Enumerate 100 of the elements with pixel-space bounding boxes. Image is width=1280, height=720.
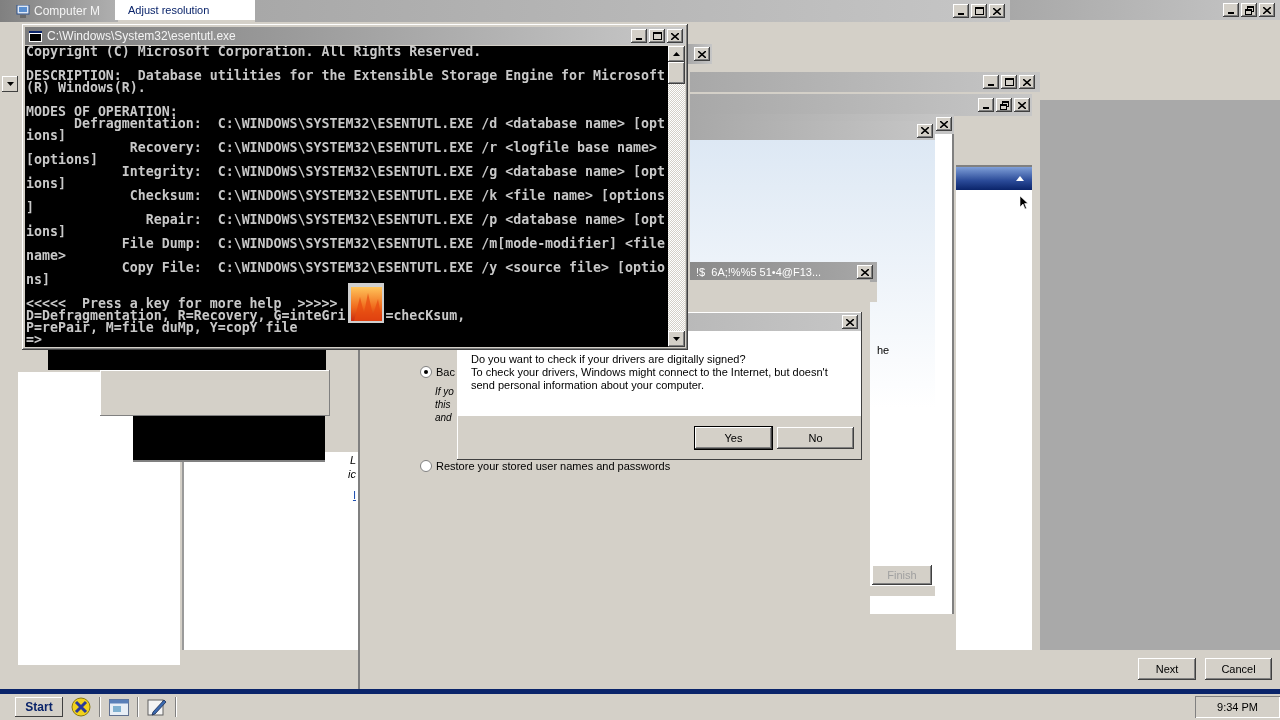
- minimize-icon: [1228, 12, 1234, 14]
- close-icon: [940, 120, 948, 128]
- scroll-down-button[interactable]: [668, 331, 685, 347]
- wizard-button[interactable]: Cancel: [1205, 658, 1272, 680]
- restore-button[interactable]: [996, 98, 1012, 112]
- close-button[interactable]: [694, 47, 710, 61]
- scrollbar[interactable]: [668, 46, 685, 347]
- text-fragment: L: [349, 453, 356, 467]
- link[interactable]: I: [352, 489, 356, 501]
- minimize-button[interactable]: [1223, 3, 1239, 17]
- maximize-button[interactable]: [1001, 75, 1017, 89]
- minimize-icon: [958, 13, 964, 15]
- cursor-icon: [1020, 196, 1028, 209]
- maximize-icon: [1004, 78, 1014, 86]
- option-description: this: [435, 398, 451, 411]
- window-title: C:\Windows\System32\esentutl.exe: [47, 29, 236, 43]
- computer-icon: [16, 4, 30, 18]
- console-line: [options]: [26, 154, 98, 166]
- maximize-icon: [652, 32, 662, 40]
- mode-label: Copy File:: [121, 260, 202, 275]
- close-button[interactable]: [1259, 3, 1275, 17]
- restore-icon: [999, 100, 1009, 110]
- dropdown-button[interactable]: [2, 76, 18, 92]
- dialog-button[interactable]: No: [777, 427, 854, 449]
- mode-label: Checksum:: [129, 188, 202, 203]
- radio-button[interactable]: [420, 366, 432, 378]
- close-button[interactable]: [989, 4, 1005, 18]
- mode-label: File Dump:: [121, 236, 202, 251]
- console-line: ions]: [26, 226, 66, 238]
- mode-label: Defragmentation:: [73, 116, 202, 131]
- option-label[interactable]: Restore your stored user names and passwords: [436, 460, 671, 472]
- console-command: C:\WINDOWS\SYSTEM32\ESENTUTL.EXE /r <logfile base name>: [217, 142, 657, 154]
- minimize-button[interactable]: [953, 4, 969, 18]
- console-prompt: =>: [26, 334, 42, 346]
- console-command: C:\WINDOWS\SYSTEM32\ESENTUTL.EXE /g <database name> [opt: [217, 166, 665, 178]
- dialog-button[interactable]: Yes: [695, 427, 772, 449]
- console-line: ions]: [26, 178, 66, 190]
- dialog-message: To check your drivers, Windows might connect to the Internet, but doesn't send personal information about your computer.: [471, 366, 829, 392]
- minimize-button[interactable]: [983, 75, 999, 89]
- console-line: MODES OF OPERATION:: [26, 106, 178, 118]
- picture-icon[interactable]: [348, 283, 384, 323]
- dropdown-arrow-icon: [6, 82, 14, 86]
- maximize-button[interactable]: [971, 4, 987, 18]
- start-button[interactable]: Start: [15, 697, 63, 717]
- close-button[interactable]: [857, 265, 873, 279]
- tab[interactable]: Adjust resolution: [115, 0, 255, 20]
- console-line: (R) Windows(R).: [26, 82, 146, 94]
- option-description: If yo: [435, 385, 454, 398]
- restore-button[interactable]: [1241, 3, 1257, 17]
- console-command: C:\WINDOWS\SYSTEM32\ESENTUTL.EXE /m[mode-modifier] <file: [217, 238, 665, 250]
- close-button[interactable]: [917, 123, 933, 138]
- console-line: P=rePair, M=file duMp, Y=copY file: [26, 322, 298, 334]
- console-line: ions]: [26, 130, 66, 142]
- dialog-question: Do you want to check if your drivers are digitally signed?: [471, 353, 746, 366]
- list-header[interactable]: [956, 167, 1032, 190]
- maximize-button[interactable]: [649, 29, 665, 43]
- close-icon: [698, 50, 706, 58]
- window-title: !$ 6A;!%%5 51•4@F13...: [695, 266, 822, 278]
- close-button[interactable]: [936, 117, 952, 131]
- console-line: =checKsum,: [385, 310, 466, 322]
- console-command: C:\WINDOWS\SYSTEM32\ESENTUTL.EXE /y <source file> [optio: [217, 262, 665, 274]
- close-icon: [861, 268, 869, 276]
- scroll-thumb[interactable]: [668, 62, 685, 84]
- minimize-icon: [988, 84, 994, 86]
- console-command: C:\WINDOWS\SYSTEM32\ESENTUTL.EXE /d <database name> [opt: [217, 118, 665, 130]
- option-description: and: [435, 411, 452, 424]
- maximize-icon: [974, 7, 984, 15]
- close-icon: [1023, 78, 1031, 86]
- console-command: C:\WINDOWS\SYSTEM32\ESENTUTL.EXE /p <database name> [opt: [217, 214, 665, 226]
- up-arrow-icon: [673, 52, 680, 56]
- radio-button[interactable]: [420, 460, 432, 472]
- cross-badge-icon[interactable]: [71, 697, 91, 717]
- console-command: C:\WINDOWS\SYSTEM32\ESENTUTL.EXE /k <file name> [options: [217, 190, 665, 202]
- text-fragment: he: [877, 344, 890, 356]
- close-button[interactable]: [1014, 98, 1030, 112]
- minimize-button[interactable]: [978, 98, 994, 112]
- close-button[interactable]: [1019, 75, 1035, 89]
- console-line: Copyright (C) Microsoft Corporation. All Rights Reserved.: [26, 46, 482, 58]
- scroll-up-button[interactable]: [668, 46, 685, 62]
- mode-label: Repair:: [145, 212, 202, 227]
- minimize-icon: [636, 38, 642, 40]
- close-icon: [1263, 6, 1271, 14]
- minimize-button[interactable]: [631, 29, 647, 43]
- close-icon: [671, 32, 679, 40]
- close-button[interactable]: [667, 29, 683, 43]
- console-line: ]: [26, 202, 34, 214]
- close-button[interactable]: [842, 315, 858, 329]
- close-icon: [1018, 101, 1026, 109]
- close-icon: [921, 127, 929, 134]
- window-title: Computer M: [34, 4, 101, 18]
- close-icon: [993, 7, 1001, 15]
- wizard-button[interactable]: Next: [1138, 658, 1196, 680]
- pencil-icon[interactable]: [147, 697, 167, 717]
- close-icon: [846, 318, 854, 326]
- text-fragment: ic: [348, 467, 356, 481]
- clock[interactable]: 9:34 PM: [1217, 701, 1258, 713]
- option-label[interactable]: Bac: [436, 366, 455, 378]
- window-icon[interactable]: [109, 698, 129, 716]
- mode-label: Recovery:: [129, 140, 202, 155]
- console-line: name>: [26, 250, 66, 262]
